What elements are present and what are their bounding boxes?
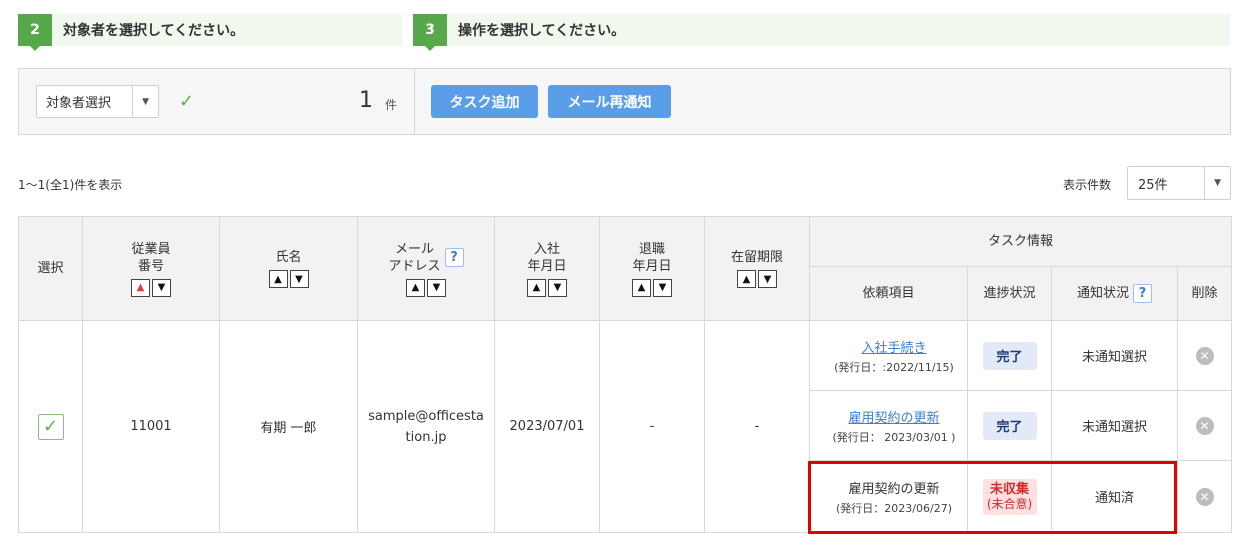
- task-item-cell: 雇用契約の更新 (発行日： 2023/03/01 ): [809, 390, 968, 461]
- delete-cell: ✕: [1176, 320, 1233, 391]
- step-title: 対象者を選択してください。: [63, 23, 245, 39]
- step-title: 操作を選択してください。: [458, 23, 626, 39]
- progress-cell: 未収集 (未合意): [967, 460, 1052, 533]
- sort-asc-icon[interactable]: ▲: [268, 270, 288, 288]
- status-badge: 未収集 (未合意): [982, 478, 1037, 515]
- header-label: 在留期限: [730, 250, 783, 265]
- checkmark-icon: ✓: [179, 91, 195, 112]
- residence-limit-cell: -: [704, 320, 810, 533]
- header-progress: 進捗状況: [967, 266, 1052, 321]
- task-issue-date: (発行日：:2022/11/15): [834, 360, 954, 374]
- header-label: 通知状況: [1076, 286, 1129, 301]
- sort-desc-icon[interactable]: ▼: [548, 278, 567, 297]
- join-date-cell: 2023/07/01: [494, 320, 600, 533]
- resend-mail-button[interactable]: メール再通知: [548, 85, 671, 118]
- header-label: 退職: [638, 241, 665, 257]
- task-item-cell: 雇用契約の更新 (発行日：2023/06/27): [809, 460, 968, 533]
- per-page-select[interactable]: 25件 ▼: [1127, 166, 1231, 200]
- header-label: 入社: [533, 241, 560, 257]
- selected-count: 1: [359, 88, 373, 113]
- sort-asc-icon[interactable]: ▲: [527, 278, 546, 297]
- header-task-info: タスク情報: [808, 216, 1233, 267]
- progress-cell: 完了: [967, 320, 1052, 391]
- header-request-item: 依頼項目: [809, 266, 968, 321]
- employee-task-table: 選択 従業員 番号 ▲ ▼ 氏名 ▲ ▼ メール アドレス ? ▲ ▼ 入社 年月日 …: [18, 216, 1233, 533]
- notify-status-cell: 通知済: [1051, 460, 1178, 533]
- employee-no-cell: 11001: [82, 320, 220, 533]
- sort-asc-icon[interactable]: ▲: [632, 278, 651, 297]
- header-label: 氏名: [275, 250, 302, 265]
- sort-asc-icon[interactable]: ▲: [737, 270, 756, 288]
- sort-desc-icon[interactable]: ▼: [152, 278, 171, 297]
- notify-status-cell: 未通知選択: [1051, 390, 1178, 461]
- header-email: メール アドレス ? ▲ ▼: [357, 216, 495, 321]
- target-select-dropdown[interactable]: 対象者選択 ▼: [36, 85, 159, 118]
- employee-name-cell: 有期 一郎: [219, 320, 358, 533]
- sort-asc-icon[interactable]: ▲: [131, 278, 150, 297]
- leave-date-cell: -: [599, 320, 705, 533]
- header-employee-no: 従業員 番号 ▲ ▼: [82, 216, 220, 321]
- sort-desc-icon[interactable]: ▼: [289, 270, 309, 288]
- help-icon[interactable]: ?: [444, 248, 464, 267]
- per-page-label: 表示件数: [1063, 178, 1112, 192]
- sort-desc-icon[interactable]: ▼: [427, 278, 446, 297]
- result-summary: 1〜1(全1)件を表示: [18, 178, 123, 192]
- sort-asc-icon[interactable]: ▲: [406, 278, 425, 297]
- header-label: 従業員: [131, 241, 171, 257]
- action-panel: 対象者選択 ▼ ✓ 1 件 タスク追加 メール再通知: [18, 68, 1231, 135]
- task-item-text: 雇用契約の更新: [848, 481, 940, 497]
- status-badge: 完了: [982, 411, 1037, 440]
- sort-desc-icon[interactable]: ▼: [653, 278, 672, 297]
- step-number-badge: 3: [413, 14, 447, 51]
- email-cell: sample@officestation.jp: [357, 320, 495, 533]
- delete-icon[interactable]: ✕: [1195, 346, 1214, 365]
- header-label: 年月日: [632, 258, 672, 274]
- sort-desc-icon[interactable]: ▼: [758, 270, 777, 288]
- header-label: メール: [394, 241, 434, 257]
- status-sub: (未合意): [986, 496, 1033, 511]
- header-label: 番号: [137, 258, 164, 274]
- select-cell: ✓: [18, 320, 83, 533]
- task-issue-date: (発行日： 2023/03/01 ): [832, 430, 956, 444]
- header-name: 氏名 ▲ ▼: [219, 216, 358, 321]
- delete-cell: ✕: [1176, 460, 1233, 533]
- chevron-down-icon[interactable]: ▼: [132, 86, 158, 117]
- target-select-label: 対象者選択: [46, 96, 112, 111]
- row-select-checkbox[interactable]: ✓: [37, 413, 64, 440]
- delete-icon[interactable]: ✕: [1195, 487, 1214, 506]
- delete-icon[interactable]: ✕: [1195, 416, 1214, 435]
- email-value: sample@officestation.jp: [368, 408, 484, 445]
- header-join-date: 入社 年月日 ▲ ▼: [494, 216, 600, 321]
- per-page-value: 25件: [1138, 177, 1168, 193]
- help-icon[interactable]: ?: [1133, 284, 1152, 303]
- delete-cell: ✕: [1176, 390, 1233, 461]
- task-item-link[interactable]: 入社手続き: [821, 337, 967, 356]
- header-label: 年月日: [527, 258, 567, 274]
- step-2-header: 2 対象者を選択してください。: [18, 14, 402, 51]
- chevron-down-icon[interactable]: ▼: [1204, 167, 1230, 199]
- header-delete: 削除: [1176, 266, 1233, 321]
- task-issue-date: (発行日：2023/06/27): [836, 501, 952, 515]
- header-notify-status: 通知状況?: [1051, 266, 1178, 321]
- step-number-badge: 2: [18, 14, 52, 51]
- status-badge: 完了: [982, 341, 1037, 370]
- status-main: 未収集: [989, 481, 1029, 497]
- header-residence-limit: 在留期限 ▲ ▼: [704, 216, 810, 321]
- task-item-link[interactable]: 雇用契約の更新: [821, 407, 967, 426]
- selected-count-unit: 件: [385, 98, 398, 112]
- header-label: アドレス: [388, 258, 441, 274]
- task-item-cell: 入社手続き (発行日：:2022/11/15): [809, 320, 968, 391]
- table-row: ✓ 11001 有期 一郎 sample@officestation.jp 20…: [18, 320, 1233, 533]
- header-select: 選択: [18, 216, 83, 321]
- add-task-button[interactable]: タスク追加: [431, 85, 538, 118]
- notify-status-cell: 未通知選択: [1051, 320, 1178, 391]
- header-leave-date: 退職 年月日 ▲ ▼: [599, 216, 705, 321]
- progress-cell: 完了: [967, 390, 1052, 461]
- step-3-header: 3 操作を選択してください。: [413, 14, 1230, 51]
- panel-divider: [414, 69, 415, 134]
